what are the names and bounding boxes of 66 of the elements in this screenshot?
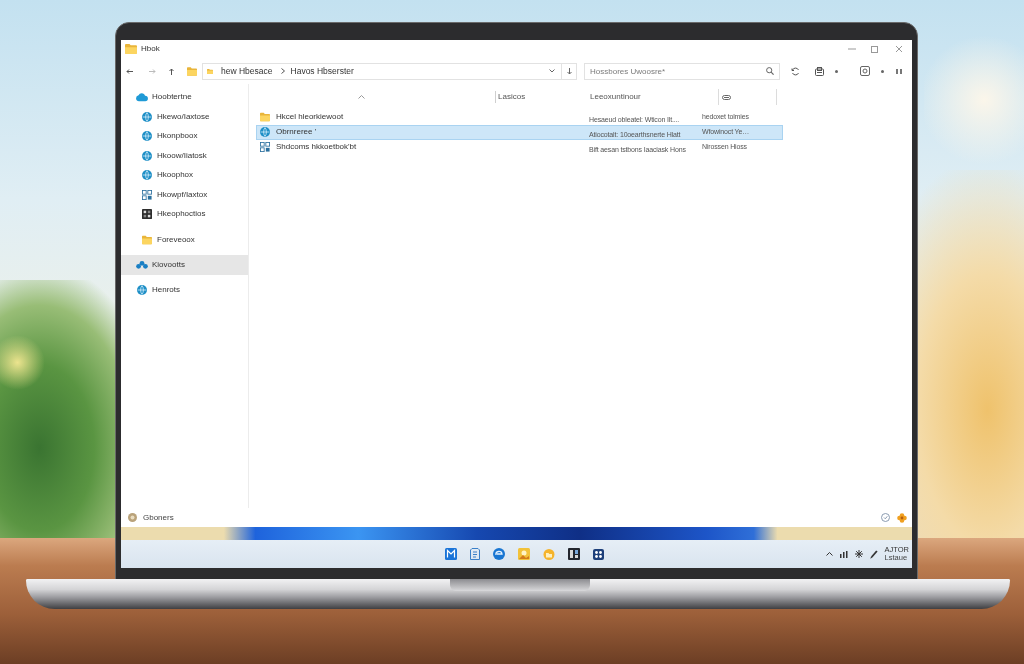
pause-icon[interactable] — [896, 68, 903, 74]
sidebar-item[interactable]: Hkeophoctios — [121, 204, 248, 224]
arrow-button[interactable] — [562, 62, 577, 80]
globe-icon — [142, 170, 152, 181]
gallery-icon[interactable] — [518, 548, 530, 560]
breadcrumb[interactable]: Havos Hbserster — [290, 64, 354, 78]
search-field[interactable]: Hossbores Uwoosre* — [584, 62, 780, 80]
globe-icon — [142, 131, 152, 142]
printer-icon[interactable] — [815, 66, 824, 76]
check-circle-icon[interactable] — [881, 513, 890, 522]
folder-icon — [125, 44, 137, 54]
column-header[interactable]: Leeoxuntinour — [588, 91, 718, 103]
sidebar-item[interactable]: Henrots — [121, 279, 248, 300]
disc-icon — [128, 513, 137, 522]
sort-caret-icon[interactable] — [358, 95, 365, 99]
flower-icon[interactable] — [897, 512, 907, 523]
sidebar-item[interactable]: Hkoophox — [121, 165, 248, 185]
file-name: Obrnreree ' — [276, 126, 317, 138]
sidebar-item[interactable]: Foreveoox — [121, 230, 248, 250]
maximize-icon[interactable] — [871, 45, 878, 53]
address-field[interactable]: hew Hbesace Havos Hbserster — [202, 62, 562, 80]
search-icon[interactable] — [766, 67, 774, 75]
chevron-right-icon — [280, 68, 285, 74]
sync-icon[interactable] — [791, 66, 800, 76]
folder-icon — [207, 67, 213, 75]
image-icon — [142, 209, 152, 220]
close-icon[interactable] — [896, 46, 902, 52]
media-tile-icon[interactable] — [568, 548, 580, 560]
signal-bars-icon[interactable] — [839, 550, 848, 558]
frame-icon[interactable] — [860, 66, 870, 76]
file-name: Hkcel hleorkiewoot — [276, 111, 344, 123]
browser-icon[interactable] — [493, 548, 505, 560]
document-icon[interactable] — [470, 548, 480, 560]
star-burst-icon[interactable] — [854, 550, 863, 558]
sidebar-item[interactable]: Kiovootts — [121, 254, 248, 275]
globe-icon — [142, 150, 152, 161]
sidebar-item[interactable]: Hkonpboox — [121, 126, 248, 146]
pen-icon[interactable] — [869, 549, 878, 559]
chevron-down-icon[interactable] — [549, 69, 555, 73]
column-header[interactable]: Lasicos — [495, 91, 588, 103]
grid-icon — [142, 189, 152, 200]
breadcrumb[interactable]: hew Hbesace — [221, 64, 273, 78]
sidebar-item[interactable]: Hkoow/Iiatosk — [121, 146, 248, 166]
sidebar-item[interactable]: Hkewo/Iaxtose — [121, 107, 248, 127]
window-title: Hbok — [141, 43, 160, 55]
up-arrow-icon[interactable] — [169, 67, 174, 75]
folder-icon — [142, 234, 152, 245]
app-tile-icon[interactable] — [445, 548, 457, 560]
chevron-up-icon[interactable] — [825, 552, 833, 556]
network-icon — [136, 259, 148, 270]
globe-icon — [260, 127, 270, 137]
dot-icon[interactable] — [881, 69, 884, 73]
file-name: Shdcoms hkkoetbok'bt — [276, 141, 357, 153]
sidebar-item[interactable]: Hkowpf/Iaxtox — [121, 185, 248, 205]
folder-icon — [260, 112, 270, 122]
dot-icon[interactable] — [835, 69, 838, 73]
sidebar-item[interactable]: Hoobtertne — [121, 87, 248, 107]
globe-icon — [136, 284, 148, 295]
cloud-icon — [136, 92, 148, 102]
back-arrow-icon[interactable] — [126, 68, 133, 74]
globe-icon — [142, 111, 152, 122]
apps-grid-icon[interactable] — [593, 548, 604, 560]
status-text: Gboners — [143, 511, 174, 524]
grid-icon — [260, 142, 270, 152]
link-icon[interactable] — [722, 94, 731, 100]
down-arrow-icon[interactable] — [566, 67, 572, 75]
